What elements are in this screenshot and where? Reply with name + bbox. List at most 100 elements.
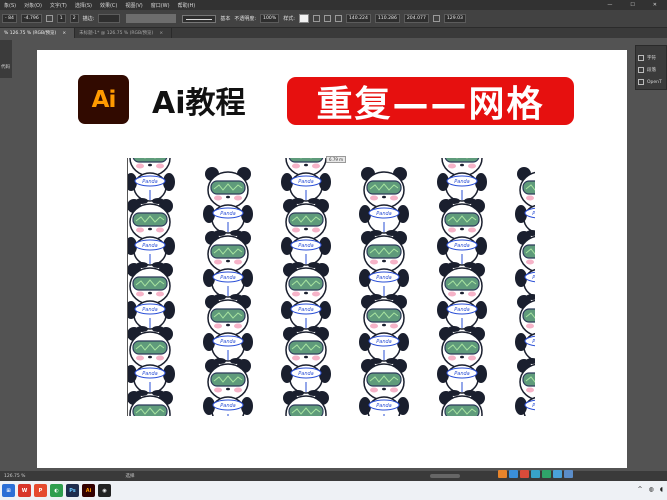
panda-tile[interactable]: Panda	[128, 196, 180, 268]
panda-tile[interactable]: Panda	[128, 324, 180, 396]
grid-icon[interactable]	[323, 15, 331, 22]
panda-tile[interactable]: Panda	[198, 228, 258, 300]
svg-text:Panda: Panda	[142, 179, 158, 185]
tray-red-icon[interactable]	[520, 470, 529, 478]
stroke-weight-dropdown[interactable]	[98, 14, 121, 23]
chevron-up-icon[interactable]: ^	[638, 486, 643, 493]
panda-tile[interactable]: Panda	[510, 356, 535, 416]
browser-icon[interactable]: ◐	[50, 484, 63, 497]
illustrator-window: 象(S) 对象(O) 文字(T) 选择(S) 效果(C) 视图(V) 窗口(W)…	[0, 0, 667, 500]
svg-text:Panda: Panda	[454, 371, 470, 377]
measure-tooltip: 6.79 m	[326, 156, 347, 163]
graphic-style-swatch[interactable]	[298, 14, 309, 23]
code-label[interactable]: 代码	[1, 65, 10, 70]
svg-text:Panda: Panda	[142, 371, 158, 377]
artboard[interactable]: Ai Ai教程 重复——网格 Panda Panda Panda Panda P…	[37, 50, 627, 468]
panda-tile[interactable]: Panda	[432, 324, 492, 396]
svg-text:Panda: Panda	[220, 211, 236, 217]
menu-item-object-select[interactable]: 象(S)	[0, 2, 20, 9]
panda-tile[interactable]: Panda	[432, 388, 492, 416]
zoom-level[interactable]: 126.75 %	[4, 474, 25, 479]
panda-tile[interactable]: Panda	[432, 196, 492, 268]
screen-recorder-icon[interactable]: ◉	[98, 484, 111, 497]
start-icon[interactable]: ⊞	[2, 484, 15, 497]
office-icon[interactable]: P	[34, 484, 47, 497]
svg-text:Panda: Panda	[220, 339, 236, 345]
variable-width-profile[interactable]	[126, 14, 177, 23]
tray-chat-icon[interactable]	[509, 470, 518, 478]
illustrator-taskbar-icon[interactable]: Ai	[82, 484, 95, 497]
panda-tile[interactable]: Panda	[510, 164, 535, 236]
menu-item-select[interactable]: 选择(S)	[71, 2, 96, 9]
panda-tile[interactable]: Panda	[128, 388, 180, 416]
panda-tile[interactable]: Panda	[276, 260, 336, 332]
network-icon[interactable]: ◍	[649, 486, 654, 493]
system-tray: ^ ◍ ◖	[638, 486, 663, 493]
recolor-icon[interactable]	[312, 15, 320, 22]
logo-text: Ai	[91, 86, 117, 113]
brush-definition[interactable]	[182, 14, 217, 23]
close-tab-icon[interactable]: ×	[159, 31, 163, 36]
close-tab-icon[interactable]: ×	[62, 31, 66, 36]
panda-tile[interactable]: Panda	[198, 292, 258, 364]
link-icon[interactable]	[432, 15, 440, 22]
panel-label: 字符	[647, 56, 656, 61]
svg-text:Panda: Panda	[220, 275, 236, 281]
panda-tile[interactable]: Panda	[510, 228, 535, 300]
menu-bar: 象(S) 对象(O) 文字(T) 选择(S) 效果(C) 视图(V) 窗口(W)…	[0, 0, 667, 10]
panel-character[interactable]: 字符	[638, 52, 664, 64]
panel-opentype[interactable]: OpenT	[638, 76, 664, 88]
topic-banner: 重复——网格	[287, 77, 574, 125]
menu-item-type[interactable]: 文字(T)	[46, 2, 71, 9]
photoshop-taskbar-icon[interactable]: Ps	[66, 484, 79, 497]
panda-tile[interactable]: Panda	[354, 164, 414, 236]
tray-app-icon[interactable]	[498, 470, 507, 478]
control-field-3[interactable]: 1	[56, 14, 66, 23]
menu-item-object[interactable]: 对象(O)	[20, 2, 46, 9]
panda-tile[interactable]: Panda	[510, 292, 535, 364]
maximize-button[interactable]: ☐	[626, 2, 638, 8]
control-field-1[interactable]: - 84	[2, 14, 17, 23]
svg-text:Panda: Panda	[298, 307, 314, 313]
width-input[interactable]: 204.077	[403, 14, 429, 23]
control-field-4[interactable]: 2	[69, 14, 79, 23]
control-field-2[interactable]: -4.796	[20, 14, 42, 23]
panel-paragraph[interactable]: 段落	[638, 64, 664, 76]
panda-tile[interactable]: Panda	[354, 228, 414, 300]
panda-tile[interactable]: Panda	[198, 356, 258, 416]
horizontal-scrollbar[interactable]	[430, 474, 460, 478]
minimize-button[interactable]: —	[603, 2, 616, 8]
transform-icon[interactable]	[334, 15, 342, 22]
panda-tile[interactable]: Panda	[198, 164, 258, 236]
volume-icon[interactable]: ◖	[660, 486, 663, 493]
menu-item-window[interactable]: 窗口(W)	[147, 2, 174, 9]
tab-untitled-document[interactable]: 未标题-1* @ 126.75 % (RGB/预览) ×	[75, 28, 173, 38]
tray-blue-icon[interactable]	[531, 470, 540, 478]
wps-icon[interactable]: W	[18, 484, 31, 497]
panda-tile[interactable]: Panda	[354, 356, 414, 416]
align-icon[interactable]	[45, 15, 53, 22]
menu-item-view[interactable]: 视图(V)	[121, 2, 146, 9]
panda-tile[interactable]: Panda	[276, 388, 336, 416]
opacity-input[interactable]: 100%	[260, 14, 280, 23]
height-input[interactable]: 129.03	[443, 14, 466, 23]
character-icon	[638, 55, 644, 61]
panda-tile[interactable]: Panda	[432, 260, 492, 332]
tray-cloud-icon[interactable]	[553, 470, 562, 478]
panda-tile[interactable]: Panda	[354, 292, 414, 364]
panda-tile[interactable]: Panda	[276, 324, 336, 396]
panda-tile[interactable]: Panda	[276, 196, 336, 268]
style-label: 样式:	[283, 16, 295, 22]
panda-grid-pattern[interactable]: Panda Panda Panda Panda Panda P Panda Pa…	[127, 158, 535, 416]
banner-text: 重复——网格	[316, 84, 545, 125]
tray-settings-icon[interactable]	[564, 470, 573, 478]
y-input[interactable]: 110.286	[374, 14, 400, 23]
panda-tile[interactable]: Panda	[128, 260, 180, 332]
menu-item-effect[interactable]: 效果(C)	[96, 2, 121, 9]
tray-green-icon[interactable]	[542, 470, 551, 478]
tab-current-document[interactable]: % 126.75 % (RGB/预览) ×	[0, 28, 76, 38]
x-input[interactable]: 140.224	[345, 14, 371, 23]
close-button[interactable]: ✕	[649, 2, 661, 8]
menu-item-help[interactable]: 帮助(H)	[174, 2, 200, 9]
svg-text:Panda: Panda	[376, 275, 392, 281]
